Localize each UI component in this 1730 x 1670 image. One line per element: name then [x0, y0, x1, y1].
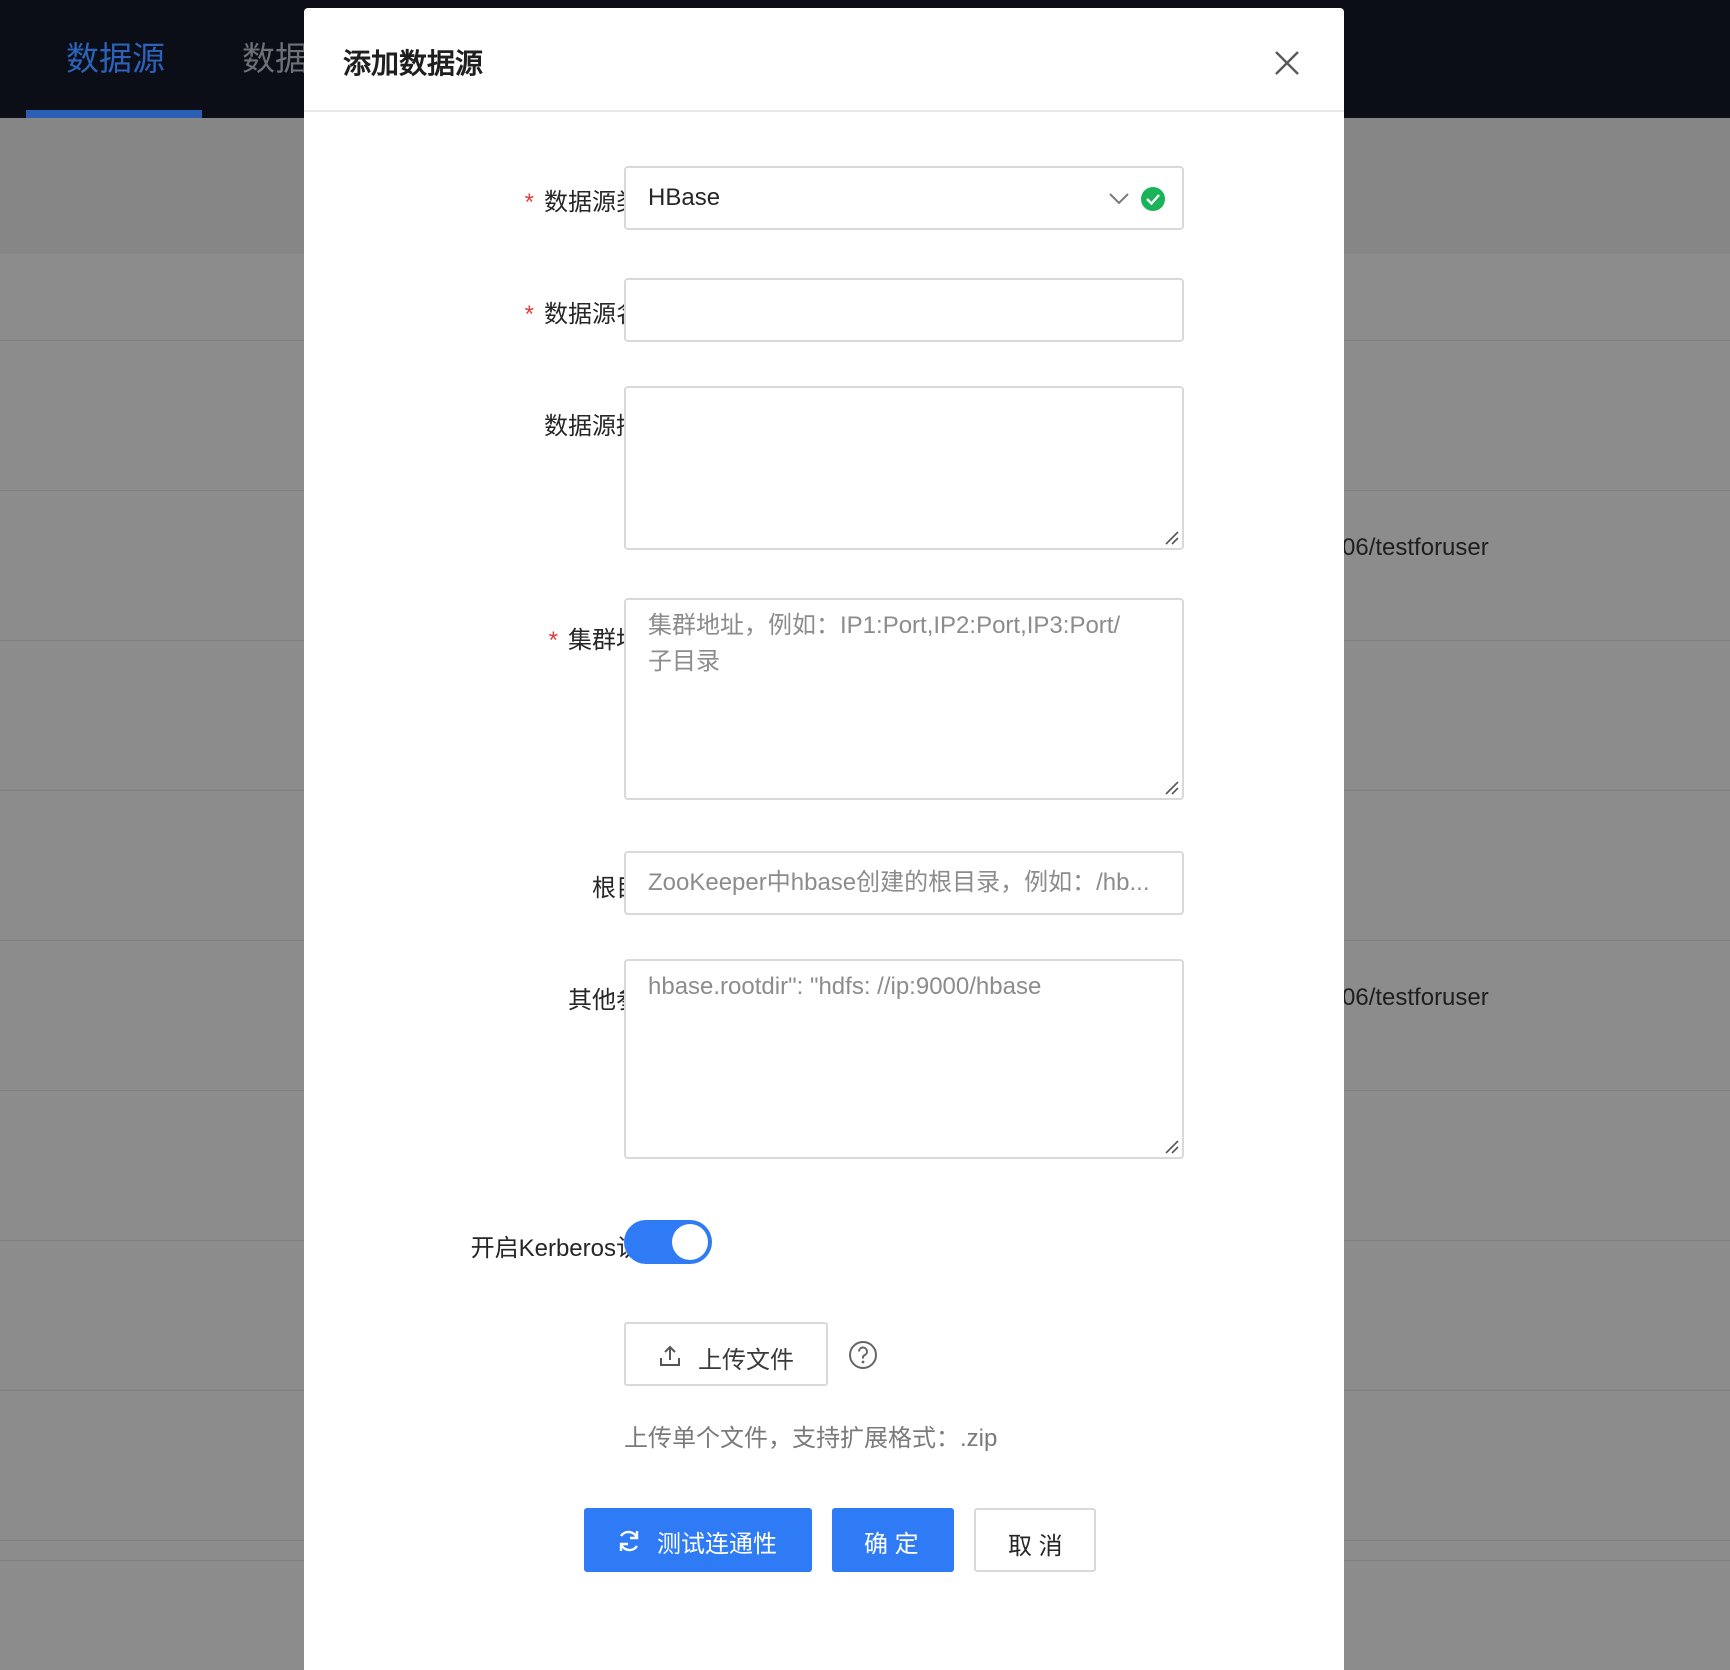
resize-handle-icon[interactable] [1162, 1137, 1180, 1155]
check-circle-icon [1141, 187, 1165, 211]
required-asterisk: * [524, 189, 534, 216]
sync-icon [619, 1530, 639, 1552]
test-connection-label: 测试连通性 [657, 1531, 777, 1558]
textarea-placeholder: hbase.rootdir": "hdfs: //ip:9000/hbase [648, 973, 1042, 1000]
table-cell-path: 06/testforuser [1342, 984, 1489, 1011]
add-datasource-dialog: 添加数据源 * 数据源类型： HBase * 数据源名称： 数据源描述： * 集群地址… [304, 8, 1344, 1670]
cluster-address-textarea[interactable]: 集群地址，例如：IP1:Port,IP2:Port,IP3:Port/ 子目录 [624, 598, 1184, 800]
datasource-type-select[interactable]: HBase [624, 166, 1184, 230]
confirm-button[interactable]: 确 定 [832, 1508, 954, 1572]
cancel-label: 取 消 [1008, 1533, 1063, 1560]
toggle-knob [672, 1224, 708, 1260]
confirm-label: 确 定 [864, 1531, 919, 1558]
active-tab-indicator [26, 110, 202, 118]
dialog-header: 添加数据源 [304, 8, 1344, 112]
datasource-name-input[interactable] [624, 278, 1184, 342]
nav-tab-datasource[interactable]: 数据源 [66, 32, 165, 80]
upload-hint: 上传单个文件，支持扩展格式：.zip [624, 1425, 998, 1452]
close-icon[interactable] [1270, 46, 1304, 80]
upload-button-label: 上传文件 [698, 1347, 794, 1374]
required-asterisk: * [524, 301, 534, 328]
selected-value: HBase [648, 184, 721, 211]
placeholder-line-2: 子目录 [648, 648, 720, 675]
test-connection-button[interactable]: 测试连通性 [584, 1508, 812, 1572]
question-circle-icon[interactable] [848, 1340, 878, 1370]
nav-tab-data[interactable]: 数据 [242, 32, 308, 80]
upload-file-button[interactable]: 上传文件 [624, 1322, 828, 1386]
kerberos-toggle[interactable] [624, 1220, 712, 1264]
resize-handle-icon[interactable] [1162, 778, 1180, 796]
required-asterisk: * [548, 627, 558, 654]
dialog-title: 添加数据源 [343, 48, 484, 79]
cancel-button[interactable]: 取 消 [974, 1508, 1096, 1572]
upload-icon [660, 1345, 680, 1366]
resize-handle-icon[interactable] [1162, 528, 1180, 546]
datasource-desc-textarea[interactable] [624, 386, 1184, 550]
root-dir-input[interactable]: ZooKeeper中hbase创建的根目录，例如：/hb... [624, 851, 1184, 915]
placeholder-line-1: 集群地址，例如：IP1:Port,IP2:Port,IP3:Port/ [648, 612, 1121, 639]
other-params-textarea[interactable]: hbase.rootdir": "hdfs: //ip:9000/hbase [624, 959, 1184, 1159]
input-placeholder: ZooKeeper中hbase创建的根目录，例如：/hb... [648, 869, 1150, 896]
table-cell-path: 06/testforuser [1342, 534, 1489, 561]
chevron-down-icon [1109, 193, 1129, 205]
